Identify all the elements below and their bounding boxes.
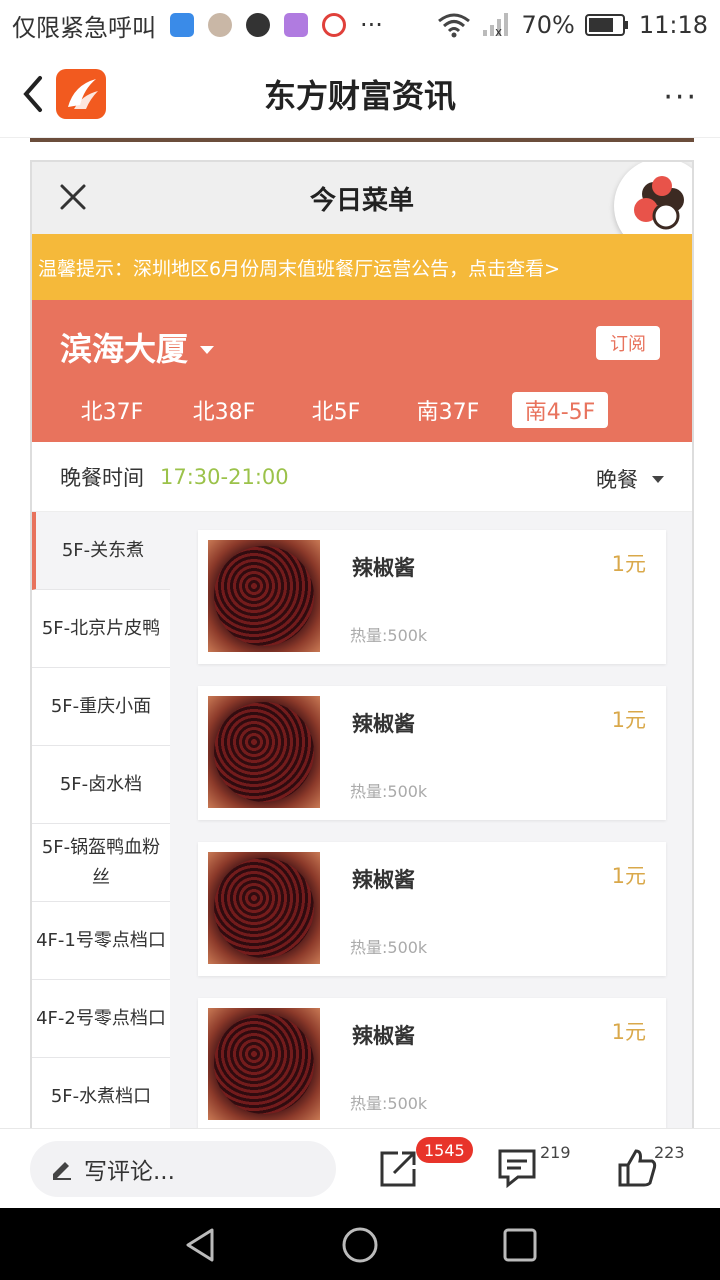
- clock: 11:18: [638, 11, 708, 39]
- wifi-icon: [438, 13, 471, 38]
- dish-card[interactable]: 辣椒酱 1元 热量:500k: [198, 530, 666, 664]
- dish-price: 1元: [611, 552, 646, 576]
- meal-type-select[interactable]: 晚餐: [596, 464, 664, 494]
- dish-price: 1元: [611, 708, 646, 732]
- like-count: 223: [654, 1143, 685, 1162]
- carrier-text: 仅限紧急呼叫: [12, 13, 156, 42]
- dish-image: [208, 540, 320, 652]
- category-item[interactable]: 5F-重庆小面: [32, 668, 170, 746]
- notice-banner[interactable]: 温馨提示：深圳地区6月份周末值班餐厅运营公告，点击查看>: [32, 234, 692, 300]
- dish-card[interactable]: 辣椒酱 1元 热量:500k: [198, 842, 666, 976]
- dish-name: 辣椒酱: [352, 1024, 415, 1048]
- article-content: 今日菜单 温馨提示：深圳地区6月份周末值班餐厅运营公告，点击查看> 滨海大厦 订…: [0, 138, 720, 1128]
- comment-placeholder: 写评论...: [84, 1159, 175, 1185]
- svg-text:x: x: [495, 25, 502, 38]
- subscribe-button[interactable]: 订阅: [596, 326, 660, 360]
- back-arrow-icon[interactable]: [16, 72, 52, 116]
- weibo-app-icon: [322, 13, 346, 37]
- signal-icon: x: [483, 13, 509, 38]
- bottom-action-bar: 写评论... 1545 219 223: [0, 1128, 720, 1208]
- building-selector[interactable]: 滨海大厦: [60, 324, 215, 370]
- chevron-down-icon: [200, 346, 215, 354]
- avatar-app-icon: [208, 13, 232, 37]
- app-logo: [56, 69, 106, 119]
- tab-floor[interactable]: 北5F: [280, 392, 392, 428]
- building-header: 滨海大厦 订阅 北37F 北38F 北5F 南37F 南4-5F: [32, 300, 692, 442]
- video-app-icon: [170, 13, 194, 37]
- news-app-icon: [246, 13, 270, 37]
- app-bar: 东方财富资讯 ···: [0, 50, 720, 138]
- dish-name: 辣椒酱: [352, 868, 415, 892]
- category-item-active[interactable]: 5F-关东煮: [32, 512, 170, 590]
- dish-price: 1元: [611, 864, 646, 888]
- battery-percent: 70%: [521, 11, 575, 39]
- more-menu-icon[interactable]: ···: [663, 80, 698, 115]
- dish-name: 辣椒酱: [352, 712, 415, 736]
- status-bar: 仅限紧急呼叫 ··· x 70% 11:18: [0, 0, 720, 50]
- chevron-down-icon: [652, 475, 664, 483]
- system-nav-bar: [0, 1208, 720, 1280]
- mini-app-title: 今日菜单: [309, 185, 414, 216]
- image-edge-divider: [30, 138, 694, 142]
- meal-type-value: 晚餐: [596, 468, 638, 492]
- dish-name: 辣椒酱: [352, 556, 415, 580]
- more-notifications-icon: ···: [360, 11, 383, 39]
- comment-count: 219: [540, 1143, 571, 1162]
- close-icon[interactable]: [58, 182, 88, 212]
- category-item[interactable]: 5F-锅盔鸭血粉丝: [32, 824, 170, 902]
- dish-calories: 热量:500k: [350, 782, 428, 801]
- building-name: 滨海大厦: [60, 330, 189, 368]
- nav-back-icon[interactable]: [182, 1226, 220, 1264]
- comment-icon[interactable]: [496, 1147, 538, 1189]
- category-item[interactable]: 5F-北京片皮鸭: [32, 590, 170, 668]
- tab-floor-active[interactable]: 南4-5F: [512, 392, 608, 428]
- meal-time-row: 晚餐时间 17:30-21:00 晚餐: [32, 442, 692, 512]
- tab-floor[interactable]: 北38F: [168, 392, 280, 428]
- category-sidebar: 5F-关东煮 5F-北京片皮鸭 5F-重庆小面 5F-卤水档 5F-锅盔鸭血粉丝…: [32, 512, 170, 1128]
- dish-list: 辣椒酱 1元 热量:500k 辣椒酱 1元 热量:500k 辣椒酱 1元 热量:…: [198, 530, 666, 1128]
- dish-calories: 热量:500k: [350, 626, 428, 645]
- category-item[interactable]: 5F-卤水档: [32, 746, 170, 824]
- comment-input[interactable]: 写评论...: [30, 1141, 336, 1197]
- share-icon[interactable]: [378, 1147, 420, 1189]
- category-item[interactable]: 4F-2号零点档口: [32, 980, 170, 1058]
- nav-home-icon[interactable]: [341, 1226, 379, 1264]
- gallery-app-icon: [284, 13, 308, 37]
- dish-calories: 热量:500k: [350, 1094, 428, 1113]
- dish-calories: 热量:500k: [350, 938, 428, 957]
- dish-image: [208, 1008, 320, 1120]
- mini-app-header: 今日菜单: [32, 162, 692, 254]
- category-item[interactable]: 5F-水煮档口: [32, 1058, 170, 1128]
- meal-time-value: 17:30-21:00: [160, 464, 289, 489]
- dish-price: 1元: [611, 1020, 646, 1044]
- tab-floor[interactable]: 南37F: [392, 392, 504, 428]
- battery-icon: [584, 14, 628, 36]
- like-icon[interactable]: [616, 1147, 658, 1189]
- dish-card[interactable]: 辣椒酱 1元 热量:500k: [198, 686, 666, 820]
- share-count-badge: 1545: [416, 1137, 473, 1163]
- dish-image: [208, 852, 320, 964]
- menu-screenshot: 今日菜单 温馨提示：深圳地区6月份周末值班餐厅运营公告，点击查看> 滨海大厦 订…: [30, 160, 694, 1128]
- pencil-icon: [53, 1162, 71, 1180]
- dish-image: [208, 696, 320, 808]
- meal-time-label: 晚餐时间: [60, 465, 144, 490]
- floor-tabs: 北37F 北38F 北5F 南37F 南4-5F: [56, 392, 608, 428]
- nav-recents-icon[interactable]: [501, 1226, 539, 1264]
- app-title: 东方财富资讯: [263, 76, 456, 115]
- category-item[interactable]: 4F-1号零点档口: [32, 902, 170, 980]
- tab-floor[interactable]: 北37F: [56, 392, 168, 428]
- dish-card[interactable]: 辣椒酱 1元 热量:500k: [198, 998, 666, 1128]
